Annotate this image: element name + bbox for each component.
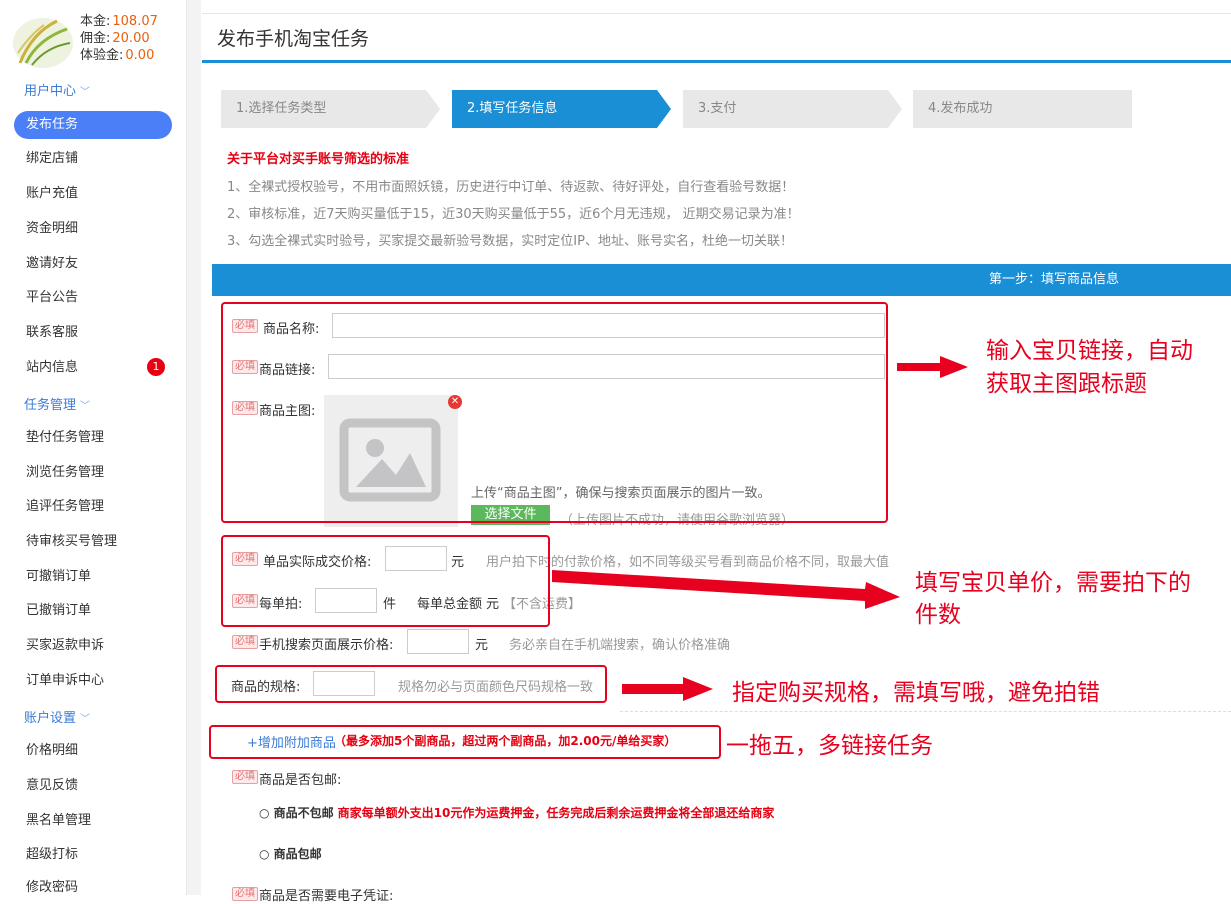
annotation-text-2: 填写宝贝单价，需要拍下的 xyxy=(915,570,1191,596)
annotation-text-4: 一拖五，多链接任务 xyxy=(726,733,933,759)
arrow-icon xyxy=(552,570,900,609)
annotation-text-3: 指定购买规格，需填写哦，避免拍错 xyxy=(732,680,1100,706)
annotation-text-1b: 获取主图跟标题 xyxy=(986,371,1147,397)
annotation-text-2b: 件数 xyxy=(915,602,961,628)
arrow-icon xyxy=(622,677,713,701)
annotation-text-1: 输入宝贝链接，自动 xyxy=(986,338,1193,364)
arrow-icon xyxy=(897,356,968,378)
annotation-arrows xyxy=(552,356,968,701)
